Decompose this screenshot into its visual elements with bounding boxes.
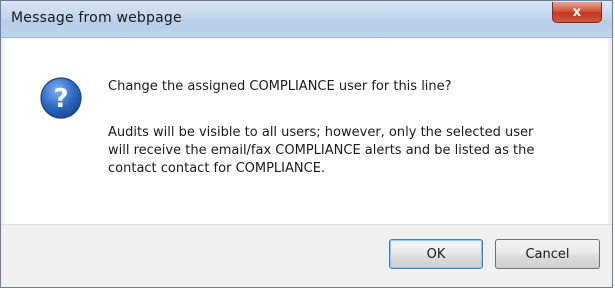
question-text: Change the assigned COMPLIANCE user for … bbox=[108, 79, 452, 94]
cancel-button[interactable]: Cancel bbox=[495, 239, 600, 269]
ok-button[interactable]: OK bbox=[389, 239, 483, 269]
button-bar: OK Cancel bbox=[1, 224, 612, 287]
close-button[interactable]: x bbox=[552, 2, 602, 23]
svg-text:?: ? bbox=[53, 84, 68, 114]
question-icon: ? bbox=[40, 77, 82, 119]
detail-text: Audits will be visible to all users; how… bbox=[108, 125, 535, 176]
message-dialog: Message from webpage x ? Change the assi… bbox=[0, 0, 613, 288]
close-icon: x bbox=[572, 4, 582, 20]
dialog-title: Message from webpage bbox=[11, 10, 182, 26]
message-content: ? Change the assigned COMPLIANCE user fo… bbox=[5, 38, 608, 224]
title-bar[interactable]: Message from webpage x bbox=[1, 1, 612, 38]
